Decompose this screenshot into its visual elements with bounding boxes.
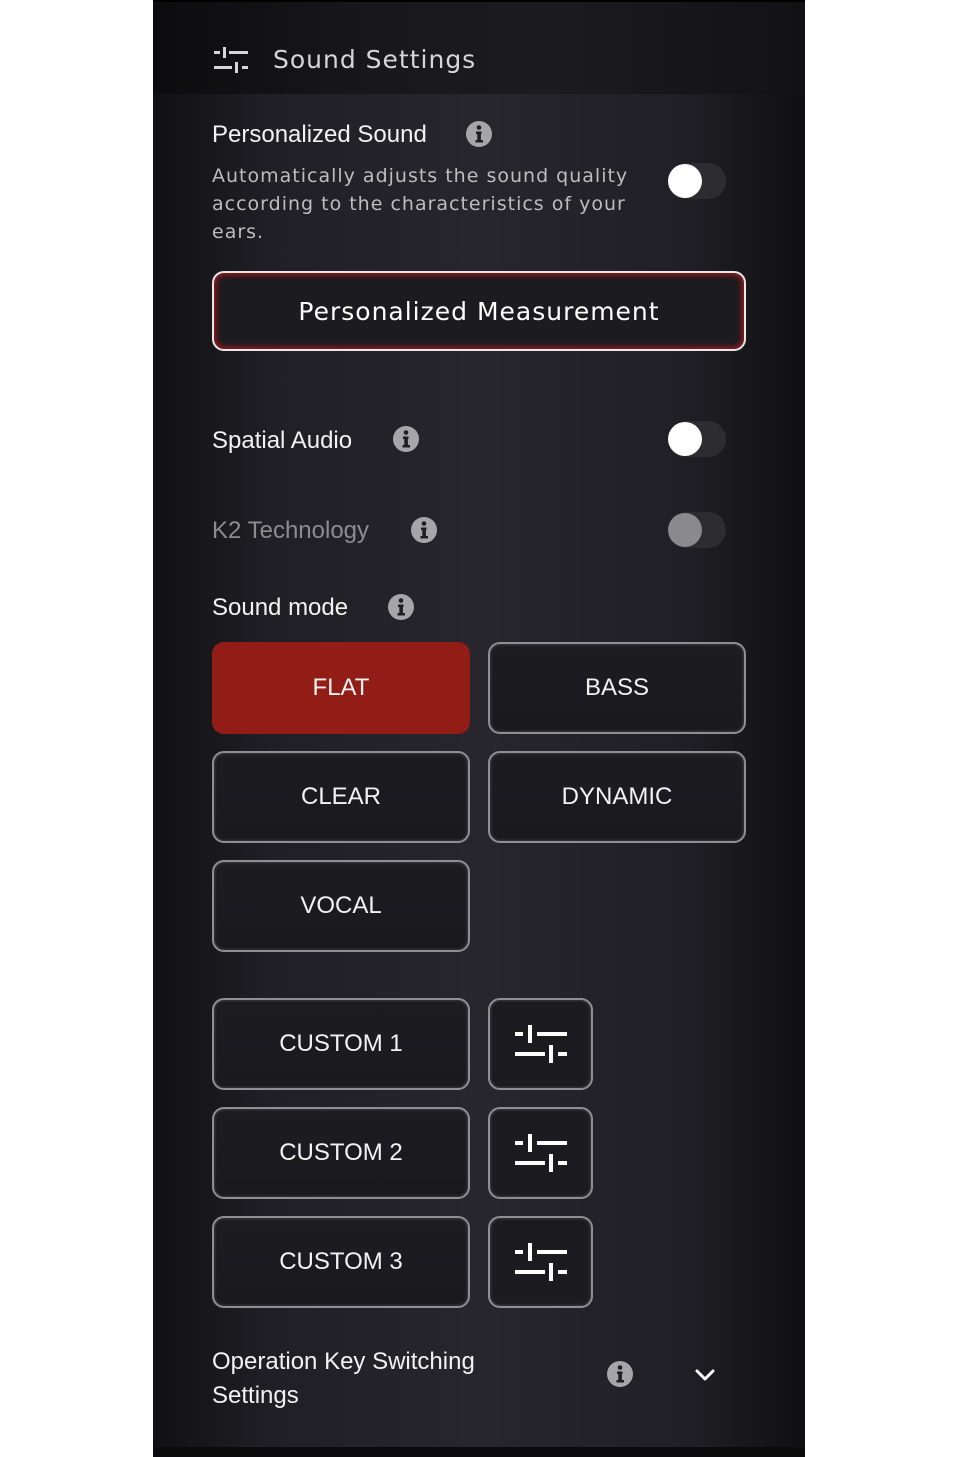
sound-mode-custom2-button[interactable]: CUSTOM 2 xyxy=(212,1107,470,1199)
spatial-audio-label: Spatial Audio xyxy=(212,427,353,454)
toggle-knob xyxy=(668,422,702,456)
k2-technology-label: K2 Technology xyxy=(212,517,370,544)
custom3-eq-button[interactable] xyxy=(488,1216,593,1308)
header-bar: Sound Settings xyxy=(153,2,805,94)
custom2-eq-button[interactable] xyxy=(488,1107,593,1199)
sound-mode-custom3-button[interactable]: CUSTOM 3 xyxy=(212,1216,470,1308)
sound-mode-vocal-button[interactable]: VOCAL xyxy=(212,860,470,952)
sound-settings-screen: Sound Settings Personalized Sound Automa… xyxy=(153,0,805,1457)
chevron-down-icon[interactable] xyxy=(694,1367,716,1383)
info-icon[interactable] xyxy=(606,1360,634,1388)
operation-key-switching-label[interactable]: Operation Key Switching Settings xyxy=(212,1345,475,1413)
sound-mode-dynamic-button[interactable]: DYNAMIC xyxy=(488,751,746,843)
sliders-icon xyxy=(214,47,248,73)
info-icon[interactable] xyxy=(387,593,415,621)
info-icon[interactable] xyxy=(410,516,438,544)
bottom-bar xyxy=(153,1447,805,1457)
info-icon[interactable] xyxy=(465,120,493,148)
sound-mode-flat-button[interactable]: FLAT xyxy=(212,642,470,734)
sound-mode-label: Sound mode xyxy=(212,594,349,621)
spatial-audio-toggle[interactable] xyxy=(668,421,726,457)
custom1-eq-button[interactable] xyxy=(488,998,593,1090)
personalized-sound-description: Automatically adjusts the sound quality … xyxy=(212,165,629,243)
sound-mode-clear-button[interactable]: CLEAR xyxy=(212,751,470,843)
k2-technology-toggle[interactable] xyxy=(668,512,726,548)
toggle-knob xyxy=(668,513,702,547)
page-title: Sound Settings xyxy=(273,45,477,74)
equalizer-icon xyxy=(514,1243,567,1281)
info-icon[interactable] xyxy=(392,425,420,453)
personalized-sound-toggle[interactable] xyxy=(668,163,726,199)
equalizer-icon xyxy=(514,1025,567,1063)
personalized-measurement-button[interactable]: Personalized Measurement xyxy=(212,271,746,351)
equalizer-icon xyxy=(514,1134,567,1172)
personalized-sound-label: Personalized Sound xyxy=(212,121,427,148)
toggle-knob xyxy=(668,164,702,198)
sound-mode-custom1-button[interactable]: CUSTOM 1 xyxy=(212,998,470,1090)
sound-mode-bass-button[interactable]: BASS xyxy=(488,642,746,734)
